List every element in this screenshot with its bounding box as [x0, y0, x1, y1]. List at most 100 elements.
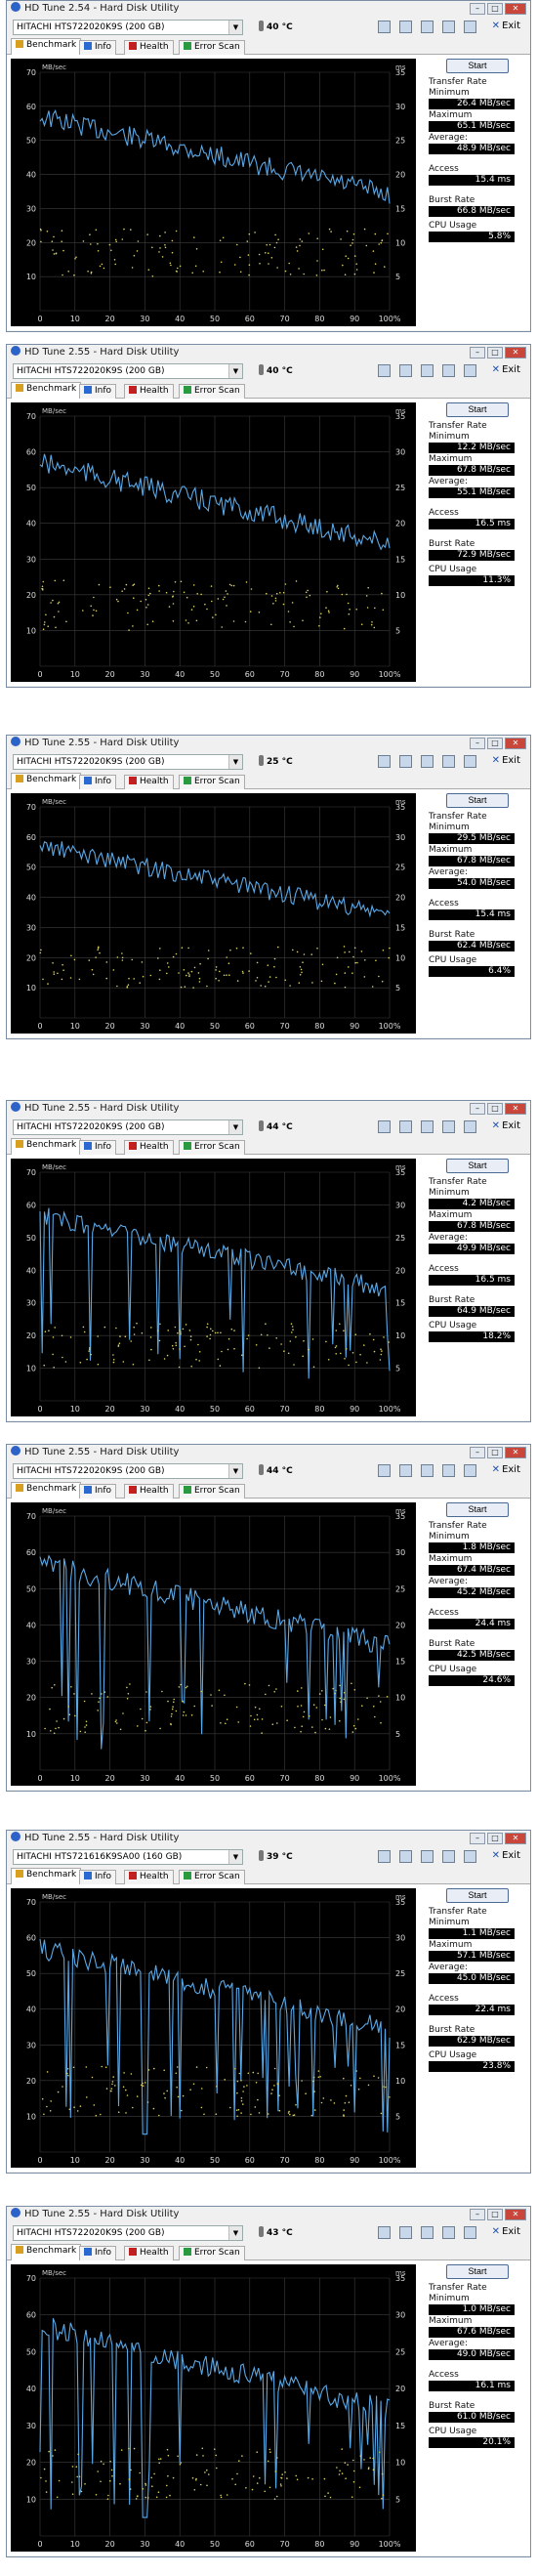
copy-info-icon[interactable] [399, 1464, 412, 1477]
tab-error-scan[interactable]: Error Scan [179, 1484, 245, 1499]
exit-button[interactable]: ✕ Exit [492, 755, 520, 766]
start-button[interactable]: Start [446, 1888, 509, 1903]
tab-error-scan[interactable]: Error Scan [179, 2246, 245, 2260]
tab-benchmark[interactable]: Benchmark [11, 1482, 82, 1499]
copy-icon[interactable] [378, 1850, 391, 1863]
tab-error-scan[interactable]: Error Scan [179, 384, 245, 399]
drive-select[interactable]: HITACHI HTS722020K9S (200 GB) ▼ [13, 363, 243, 379]
close-icon[interactable]: ✕ [505, 1833, 526, 1844]
save-icon[interactable] [421, 2226, 434, 2239]
save-icon[interactable] [421, 364, 434, 377]
start-button[interactable]: Start [446, 1159, 509, 1173]
start-button[interactable]: Start [446, 59, 509, 73]
copy-icon[interactable] [378, 755, 391, 768]
minimize-icon[interactable]: – [470, 3, 485, 15]
chevron-down-icon[interactable]: ▼ [228, 1120, 242, 1134]
close-icon[interactable]: ✕ [505, 3, 526, 15]
key-icon[interactable] [464, 1120, 476, 1133]
close-icon[interactable]: ✕ [505, 1447, 526, 1458]
tab-health[interactable]: Health [124, 1870, 174, 1884]
copy-info-icon[interactable] [399, 21, 412, 33]
close-icon[interactable]: ✕ [505, 2209, 526, 2220]
exit-button[interactable]: ✕ Exit [492, 1464, 520, 1475]
key-icon[interactable] [464, 364, 476, 377]
key-icon[interactable] [464, 1850, 476, 1863]
chevron-down-icon[interactable]: ▼ [228, 1464, 242, 1478]
tab-health[interactable]: Health [124, 40, 174, 55]
maximize-icon[interactable]: □ [487, 2209, 503, 2220]
start-button[interactable]: Start [446, 402, 509, 417]
copy-icon[interactable] [378, 21, 391, 33]
tab-health[interactable]: Health [124, 2246, 174, 2260]
drive-select[interactable]: HITACHI HTS722020K9S (200 GB) ▼ [13, 1463, 243, 1479]
exit-button[interactable]: ✕ Exit [492, 1850, 520, 1861]
maximize-icon[interactable]: □ [487, 3, 503, 15]
tab-health[interactable]: Health [124, 1140, 174, 1155]
chevron-down-icon[interactable]: ▼ [228, 1850, 242, 1864]
options-icon[interactable] [442, 21, 455, 33]
chevron-down-icon[interactable]: ▼ [228, 2226, 242, 2240]
exit-button[interactable]: ✕ Exit [492, 364, 520, 375]
maximize-icon[interactable]: □ [487, 1447, 503, 1458]
tab-health[interactable]: Health [124, 1484, 174, 1499]
key-icon[interactable] [464, 2226, 476, 2239]
maximize-icon[interactable]: □ [487, 347, 503, 359]
tab-benchmark[interactable]: Benchmark [11, 38, 82, 55]
drive-select[interactable]: HITACHI HTS722020K9S (200 GB) ▼ [13, 2225, 243, 2241]
save-icon[interactable] [421, 1850, 434, 1863]
drive-select[interactable]: HITACHI HTS722020K9S (200 GB) ▼ [13, 20, 243, 35]
drive-select[interactable]: HITACHI HTS722020K9S (200 GB) ▼ [13, 754, 243, 770]
drive-select[interactable]: HITACHI HTS721616K9SA00 (160 GB) ▼ [13, 1849, 243, 1865]
options-icon[interactable] [442, 1850, 455, 1863]
maximize-icon[interactable]: □ [487, 738, 503, 749]
minimize-icon[interactable]: – [470, 738, 485, 749]
chevron-down-icon[interactable]: ▼ [228, 21, 242, 34]
copy-info-icon[interactable] [399, 755, 412, 768]
copy-icon[interactable] [378, 2226, 391, 2239]
tab-error-scan[interactable]: Error Scan [179, 1870, 245, 1884]
exit-button[interactable]: ✕ Exit [492, 21, 520, 31]
copy-icon[interactable] [378, 1464, 391, 1477]
tab-info[interactable]: Info [79, 2246, 117, 2260]
copy-info-icon[interactable] [399, 2226, 412, 2239]
exit-button[interactable]: ✕ Exit [492, 1120, 520, 1131]
save-icon[interactable] [421, 1120, 434, 1133]
minimize-icon[interactable]: – [470, 1103, 485, 1115]
close-icon[interactable]: ✕ [505, 347, 526, 359]
copy-icon[interactable] [378, 1120, 391, 1133]
maximize-icon[interactable]: □ [487, 1103, 503, 1115]
key-icon[interactable] [464, 1464, 476, 1477]
close-icon[interactable]: ✕ [505, 1103, 526, 1115]
save-icon[interactable] [421, 21, 434, 33]
tab-info[interactable]: Info [79, 1140, 117, 1155]
drive-select[interactable]: HITACHI HTS722020K9S (200 GB) ▼ [13, 1119, 243, 1135]
save-icon[interactable] [421, 1464, 434, 1477]
tab-benchmark[interactable]: Benchmark [11, 773, 82, 789]
tab-error-scan[interactable]: Error Scan [179, 1140, 245, 1155]
tab-health[interactable]: Health [124, 384, 174, 399]
copy-info-icon[interactable] [399, 1120, 412, 1133]
tab-benchmark[interactable]: Benchmark [11, 1868, 82, 1884]
options-icon[interactable] [442, 1120, 455, 1133]
chevron-down-icon[interactable]: ▼ [228, 364, 242, 378]
key-icon[interactable] [464, 755, 476, 768]
copy-icon[interactable] [378, 364, 391, 377]
options-icon[interactable] [442, 2226, 455, 2239]
maximize-icon[interactable]: □ [487, 1833, 503, 1844]
tab-info[interactable]: Info [79, 384, 117, 399]
tab-benchmark[interactable]: Benchmark [11, 382, 82, 399]
options-icon[interactable] [442, 364, 455, 377]
tab-benchmark[interactable]: Benchmark [11, 1138, 82, 1155]
tab-health[interactable]: Health [124, 775, 174, 789]
exit-button[interactable]: ✕ Exit [492, 2226, 520, 2237]
tab-benchmark[interactable]: Benchmark [11, 2244, 82, 2260]
options-icon[interactable] [442, 755, 455, 768]
tab-info[interactable]: Info [79, 775, 117, 789]
minimize-icon[interactable]: – [470, 1447, 485, 1458]
options-icon[interactable] [442, 1464, 455, 1477]
tab-error-scan[interactable]: Error Scan [179, 775, 245, 789]
close-icon[interactable]: ✕ [505, 738, 526, 749]
tab-info[interactable]: Info [79, 1870, 117, 1884]
start-button[interactable]: Start [446, 1502, 509, 1517]
save-icon[interactable] [421, 755, 434, 768]
